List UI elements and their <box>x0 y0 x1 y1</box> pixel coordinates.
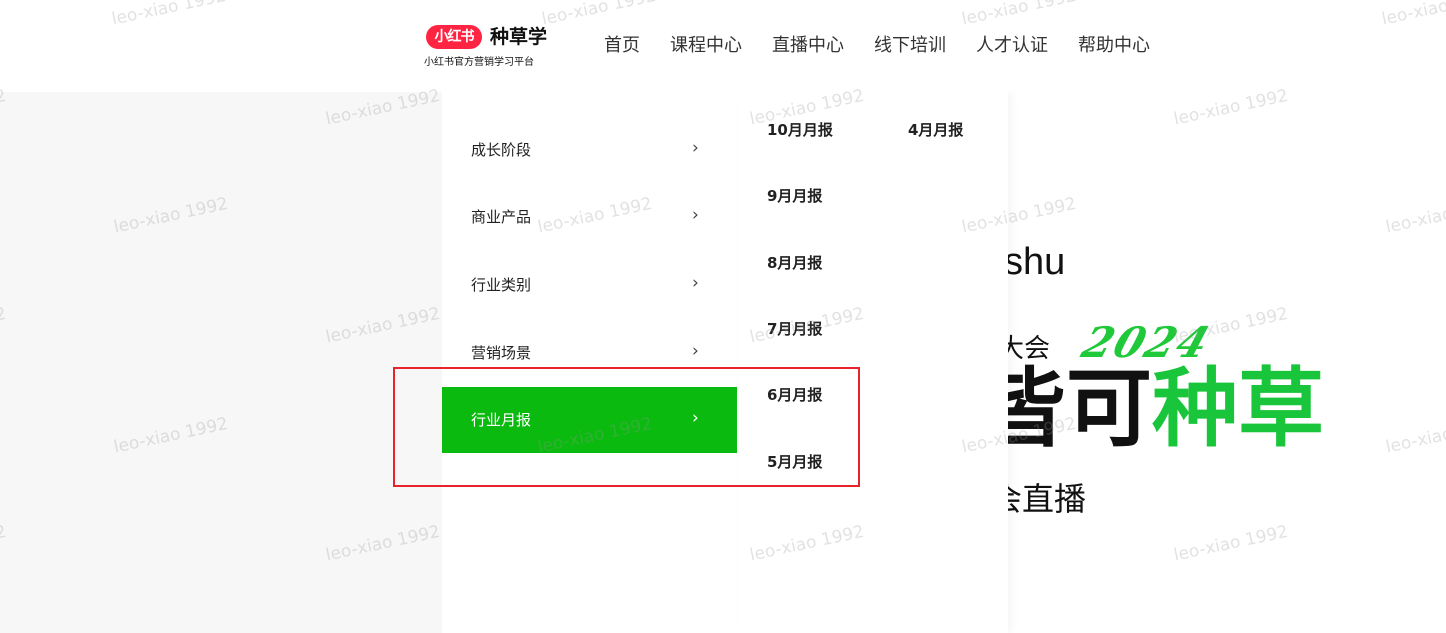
chevron-right-icon: › <box>692 138 699 158</box>
main-nav: 首页 课程中心 直播中心 线下培训 人才认证 帮助中心 <box>604 32 1150 60</box>
nav-course-center[interactable]: 课程中心 <box>670 32 742 60</box>
banner-slogan: 皆可种草 <box>1008 354 1324 464</box>
report-april[interactable]: 4月月报 <box>908 119 963 141</box>
hero-banner[interactable]: shu 大会 2024 皆可种草 会直播 <box>1008 92 1446 633</box>
banner-brand-text: shu <box>1008 241 1066 283</box>
banner-slogan-green: 种草 <box>1152 359 1324 459</box>
menu-item-label: 行业类别 <box>471 276 532 294</box>
nav-offline-training[interactable]: 线下培训 <box>874 32 946 60</box>
menu-item-marketing-scenario[interactable]: 营销场景 › <box>442 320 737 386</box>
menu-item-industry-category[interactable]: 行业类别 › <box>442 252 737 318</box>
chevron-right-icon: › <box>692 408 699 428</box>
chevron-right-icon: › <box>692 273 699 293</box>
logo-title: 种草学 <box>490 26 548 48</box>
banner-slogan-dark: 皆可 <box>1008 359 1152 459</box>
report-may[interactable]: 5月月报 <box>767 451 822 473</box>
nav-live-center[interactable]: 直播中心 <box>772 32 844 60</box>
dropdown-category-panel: 成长阶段 › 商业产品 › 行业类别 › 营销场景 › 行业月报 › <box>442 92 738 633</box>
logo-subtitle: 小红书官方营销学习平台 <box>424 57 534 68</box>
chevron-right-icon: › <box>692 205 699 225</box>
top-header: 小红书 种草学 小红书官方营销学习平台 首页 课程中心 直播中心 线下培训 人才… <box>0 0 1446 92</box>
site-logo[interactable]: 小红书 种草学 小红书官方营销学习平台 <box>424 22 564 74</box>
menu-item-label: 行业月报 <box>471 411 532 429</box>
chevron-right-icon: › <box>692 341 699 361</box>
report-july[interactable]: 7月月报 <box>767 318 822 340</box>
menu-item-label: 成长阶段 <box>471 141 532 159</box>
menu-item-label: 商业产品 <box>471 208 532 226</box>
dropdown-report-panel: 10月月报 4月月报 9月月报 8月月报 7月月报 6月月报 5月月报 <box>738 92 1008 633</box>
report-october[interactable]: 10月月报 <box>767 119 833 141</box>
nav-home[interactable]: 首页 <box>604 32 640 60</box>
menu-item-growth-stage[interactable]: 成长阶段 › <box>442 117 737 183</box>
report-september[interactable]: 9月月报 <box>767 185 822 207</box>
report-june[interactable]: 6月月报 <box>767 384 822 406</box>
menu-item-industry-monthly-report[interactable]: 行业月报 › <box>442 387 737 453</box>
menu-item-business-products[interactable]: 商业产品 › <box>442 184 737 250</box>
nav-talent-certification[interactable]: 人才认证 <box>976 32 1048 60</box>
menu-item-label: 营销场景 <box>471 344 532 362</box>
banner-live-text: 会直播 <box>1008 480 1087 518</box>
report-august[interactable]: 8月月报 <box>767 252 822 274</box>
xiaohongshu-logo-badge: 小红书 <box>426 25 482 49</box>
nav-help-center[interactable]: 帮助中心 <box>1078 32 1150 60</box>
